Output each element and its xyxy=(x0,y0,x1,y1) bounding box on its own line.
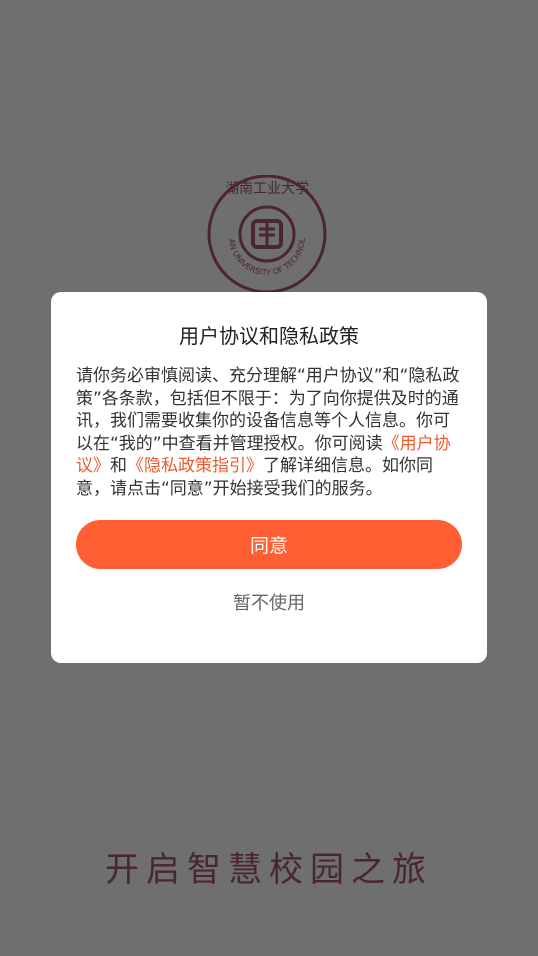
agree-button[interactable]: 同意 xyxy=(76,520,462,569)
decline-button[interactable]: 暂不使用 xyxy=(76,589,462,615)
logo-top-text: 湖南工业大学 xyxy=(225,181,309,197)
splash-slogan: 开启智慧校园之旅 xyxy=(105,850,433,890)
privacy-consent-dialog: 用户协议和隐私政策 请你务必审慎阅读、充分理解“用户协议”和“隐私政策”各条款，… xyxy=(51,292,487,663)
dialog-title: 用户协议和隐私政策 xyxy=(179,324,359,348)
dialog-body-text: 请你务必审慎阅读、充分理解“用户协议”和“隐私政策”各条款，包括但不限于：为了向… xyxy=(76,365,462,500)
university-logo: 湖南工业大学 HUNAN UNIVERSITY OF TECHNOLOGY xyxy=(203,175,327,293)
body-text-and: 和 xyxy=(110,456,127,476)
privacy-guide-link[interactable]: 《隐私政策指引》 xyxy=(127,456,263,476)
